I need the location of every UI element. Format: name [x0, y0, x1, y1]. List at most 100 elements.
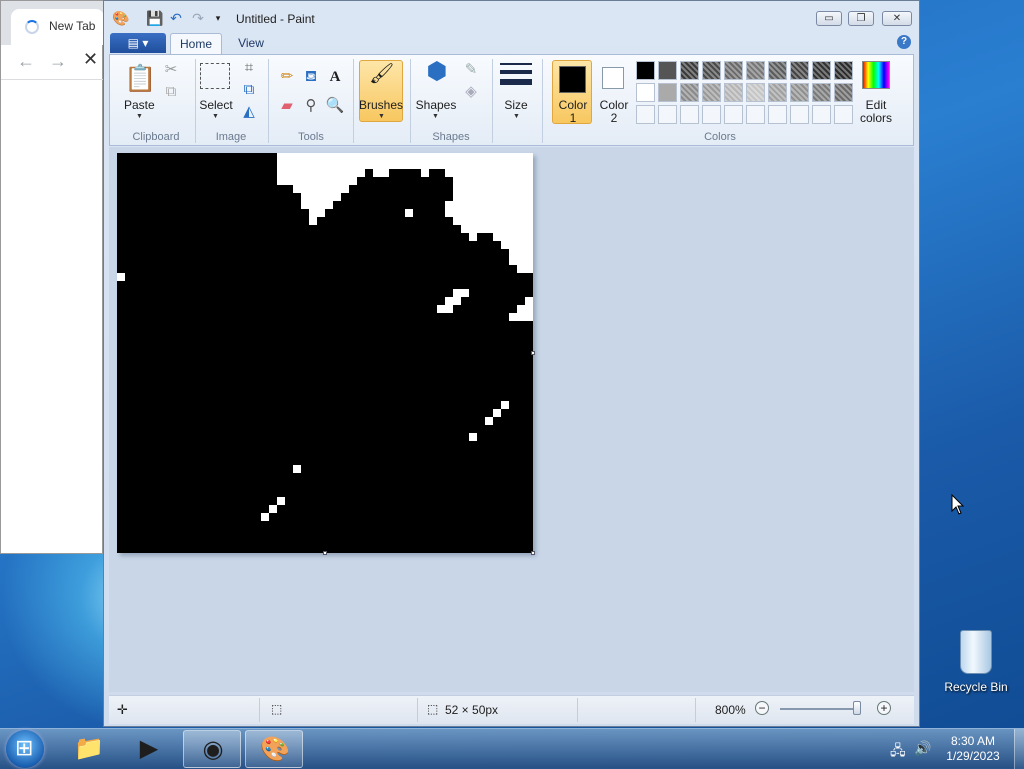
palette-color-swatch[interactable]: [768, 83, 787, 102]
canvas-workspace[interactable]: [109, 147, 914, 692]
media-player-icon: ▶: [139, 735, 159, 762]
size-icon[interactable]: [500, 63, 532, 89]
palette-color-swatch[interactable]: [724, 105, 743, 124]
shapes-dropdown-icon[interactable]: ▼: [432, 113, 439, 120]
palette-color-swatch[interactable]: [834, 105, 853, 124]
palette-color-swatch[interactable]: [812, 83, 831, 102]
tab-view[interactable]: View: [228, 33, 274, 54]
forward-icon[interactable]: →: [49, 51, 67, 72]
resize-icon[interactable]: ⧉: [238, 79, 260, 101]
palette-color-swatch[interactable]: [724, 61, 743, 80]
network-icon[interactable]: 🖧: [890, 740, 906, 764]
paste-label[interactable]: Paste: [124, 98, 155, 112]
palette-color-swatch[interactable]: [746, 105, 765, 124]
fill-icon[interactable]: ◈: [460, 81, 482, 103]
palette-color-swatch[interactable]: [702, 105, 721, 124]
palette-color-swatch[interactable]: [680, 61, 699, 80]
stop-loading-icon[interactable]: ✕: [83, 49, 98, 70]
palette-color-swatch[interactable]: [768, 61, 787, 80]
size-label[interactable]: Size: [496, 98, 536, 112]
fill-bucket-icon[interactable]: ⛾: [300, 66, 322, 88]
recycle-bin-desktop-icon[interactable]: Recycle Bin: [944, 630, 1008, 694]
drawing-canvas[interactable]: [117, 153, 533, 553]
palette-color-swatch[interactable]: [658, 105, 677, 124]
start-button[interactable]: [6, 730, 44, 768]
palette-color-swatch[interactable]: [790, 61, 809, 80]
clipboard-icon[interactable]: 📋: [124, 61, 156, 95]
magnifier-icon[interactable]: 🔍: [324, 95, 346, 117]
eraser-icon[interactable]: ▰: [276, 95, 298, 117]
taskbar-chrome[interactable]: ◉: [183, 730, 241, 768]
paint-app-icon[interactable]: 🎨: [112, 10, 129, 26]
palette-color-swatch[interactable]: [746, 83, 765, 102]
palette-color-swatch[interactable]: [812, 61, 831, 80]
shapes-button-label[interactable]: Shapes: [414, 98, 458, 112]
palette-color-swatch[interactable]: [746, 61, 765, 80]
select-rectangle-icon[interactable]: [200, 63, 230, 89]
palette-color-swatch[interactable]: [812, 105, 831, 124]
palette-color-swatch[interactable]: [834, 61, 853, 80]
shapes-icon[interactable]: ⬢: [422, 60, 452, 91]
crop-icon[interactable]: ⌗: [238, 57, 260, 79]
help-icon[interactable]: ?: [897, 35, 911, 49]
color2-swatch[interactable]: [602, 67, 624, 89]
clock[interactable]: 8:30 AM 1/29/2023: [938, 734, 1008, 764]
palette-color-swatch[interactable]: [724, 83, 743, 102]
redo-icon[interactable]: ↷: [190, 10, 206, 26]
volume-icon[interactable]: 🔊: [914, 740, 931, 757]
title-bar[interactable]: 🎨 💾 ↶ ↷ ▾ Untitled - Paint ▭ ❐ ✕: [104, 1, 919, 33]
zoom-in-button[interactable]: +: [877, 701, 891, 715]
palette-color-swatch[interactable]: [636, 61, 655, 80]
color2-label-line2[interactable]: 2: [594, 111, 634, 125]
resize-handle-corner[interactable]: [531, 551, 535, 555]
customize-quick-access-icon[interactable]: ▾: [210, 10, 226, 26]
resize-handle-right[interactable]: [531, 351, 535, 355]
select-dropdown-icon[interactable]: ▼: [212, 113, 219, 120]
size-dropdown-icon[interactable]: ▼: [513, 113, 520, 120]
palette-color-swatch[interactable]: [790, 83, 809, 102]
palette-color-swatch[interactable]: [702, 61, 721, 80]
palette-color-swatch[interactable]: [702, 83, 721, 102]
color1-button[interactable]: Color 1: [552, 60, 592, 125]
edit-colors-label-line2[interactable]: colors: [854, 111, 898, 125]
palette-color-swatch[interactable]: [636, 83, 655, 102]
undo-icon[interactable]: ↶: [168, 10, 184, 26]
palette-color-swatch[interactable]: [680, 83, 699, 102]
zoom-slider-track[interactable]: [780, 708, 860, 710]
palette-color-swatch[interactable]: [658, 83, 677, 102]
outline-icon[interactable]: ✎: [460, 59, 482, 81]
tab-home[interactable]: Home: [170, 33, 222, 54]
taskbar-media-player[interactable]: ▶: [120, 730, 178, 768]
zoom-out-button[interactable]: −: [755, 701, 769, 715]
chrome-tab-new-tab[interactable]: New Tab: [11, 9, 104, 45]
edit-colors-label-line1[interactable]: Edit: [854, 98, 898, 112]
palette-color-swatch[interactable]: [768, 105, 787, 124]
rotate-icon[interactable]: ◭: [238, 101, 260, 123]
palette-color-swatch[interactable]: [636, 105, 655, 124]
file-menu-button[interactable]: ▤ ▾: [110, 33, 166, 53]
palette-color-swatch[interactable]: [680, 105, 699, 124]
color-picker-icon[interactable]: ⚲: [300, 95, 322, 117]
save-icon[interactable]: 💾: [146, 10, 163, 26]
zoom-slider-thumb[interactable]: [853, 701, 861, 715]
text-tool-icon[interactable]: A: [324, 66, 346, 88]
color2-label-line1[interactable]: Color: [594, 98, 634, 112]
taskbar-explorer[interactable]: 📁: [60, 730, 118, 768]
palette-color-swatch[interactable]: [834, 83, 853, 102]
taskbar-paint[interactable]: 🎨: [245, 730, 303, 768]
cut-icon[interactable]: ✂: [160, 59, 182, 81]
show-desktop-button[interactable]: [1014, 729, 1024, 769]
paste-dropdown-icon[interactable]: ▼: [136, 113, 143, 120]
minimize-button[interactable]: ▭: [816, 11, 842, 26]
pencil-icon[interactable]: ✏: [276, 66, 298, 88]
palette-color-swatch[interactable]: [658, 61, 677, 80]
edit-colors-icon[interactable]: [862, 61, 890, 89]
brushes-button[interactable]: 🖌 Brushes ▼: [359, 60, 403, 122]
resize-handle-bottom[interactable]: [323, 551, 327, 555]
palette-color-swatch[interactable]: [790, 105, 809, 124]
select-label[interactable]: Select: [196, 98, 236, 112]
back-icon[interactable]: ←: [17, 51, 35, 72]
copy-icon[interactable]: ⧉: [160, 81, 182, 103]
close-button[interactable]: ✕: [882, 11, 912, 26]
restore-button[interactable]: ❐: [848, 11, 874, 26]
